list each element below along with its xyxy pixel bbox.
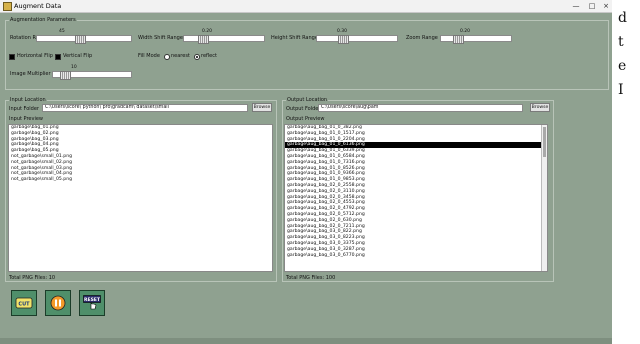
- output-preview-label: Output Preview: [286, 116, 325, 122]
- fill-mode-nearest-label: nearest: [171, 53, 190, 59]
- minimize-button[interactable]: —: [568, 1, 584, 11]
- output-location-label: Output Location: [286, 97, 329, 103]
- zoom-range-value: 0.20: [460, 29, 471, 34]
- fill-mode-reflect-radio[interactable]: [194, 54, 200, 60]
- input-browse-button[interactable]: Browse: [252, 103, 272, 112]
- image-multiplier-value: 10: [71, 65, 77, 70]
- fill-mode-reflect-label: reflect: [201, 53, 217, 59]
- image-multiplier-label: Image Multiplier: [10, 71, 51, 77]
- augmentation-parameters-group: [5, 20, 609, 90]
- list-item[interactable]: not_garbage\small_05.png: [9, 177, 272, 183]
- output-scrollbar-thumb[interactable]: [543, 127, 546, 157]
- side-letter-3: e: [618, 58, 627, 74]
- reset-button[interactable]: RESET: [79, 290, 105, 316]
- pause-icon: [50, 295, 66, 311]
- height-shift-range-value: 0.30: [337, 29, 348, 34]
- height-shift-range-slider[interactable]: [316, 35, 398, 44]
- width-shift-range-thumb[interactable]: [198, 35, 209, 44]
- cut-icon: CUT: [15, 297, 33, 309]
- rotation-range-value: 45: [59, 29, 65, 34]
- rotation-range-slider[interactable]: [36, 35, 132, 44]
- width-shift-range-label: Width Shift Range: [138, 35, 183, 41]
- height-shift-range-thumb[interactable]: [338, 35, 349, 44]
- list-item[interactable]: garbage\aug_bag_03_0_6770.png: [285, 253, 547, 259]
- fill-mode-label: Fill Mode: [138, 53, 160, 59]
- status-bar: [0, 338, 612, 344]
- app-icon: [3, 2, 12, 11]
- side-letter-1: d: [618, 10, 627, 26]
- adjacent-page-strip: d t e I: [612, 0, 640, 344]
- window-title: Augment Data: [14, 2, 62, 10]
- horizontal-flip-checkbox[interactable]: [9, 54, 15, 60]
- side-letter-2: t: [618, 34, 624, 50]
- width-shift-range-value: 0.20: [202, 29, 213, 34]
- output-total-value: 100: [325, 275, 336, 281]
- title-bar: Augment Data — □ ×: [0, 0, 612, 13]
- cut-button[interactable]: CUT: [11, 290, 37, 316]
- image-multiplier-slider[interactable]: [52, 71, 132, 80]
- output-preview-scrollbar[interactable]: [541, 125, 547, 271]
- augment-data-window: Augment Data — □ × Augmentation Paramete…: [0, 0, 612, 344]
- input-location-label: Input Location: [9, 97, 47, 103]
- output-folder-label: Output Folder: [286, 106, 321, 112]
- input-preview-list[interactable]: garbage\bag_01.png garbage\bag_02.png garb…: [8, 124, 273, 272]
- zoom-range-thumb[interactable]: [453, 35, 464, 44]
- input-folder-label: Input Folder: [9, 106, 39, 112]
- input-total-files: Total PNG Files: 10: [9, 275, 55, 281]
- pause-button[interactable]: [45, 290, 71, 316]
- output-browse-button[interactable]: Browse: [530, 103, 550, 112]
- zoom-range-label: Zoom Range: [406, 35, 438, 41]
- input-preview-label: Input Preview: [9, 116, 43, 122]
- vertical-flip-label: Vertical Flip: [63, 53, 93, 59]
- output-total-label: Total PNG Files:: [286, 275, 325, 281]
- input-folder-field[interactable]: C:\Users\score\ python\ pro\gradcam\ dat…: [42, 104, 248, 112]
- augmentation-parameters-label: Augmentation Parameters: [9, 17, 77, 23]
- height-shift-range-label: Height Shift Range: [271, 35, 318, 41]
- image-multiplier-thumb[interactable]: [60, 71, 71, 80]
- output-preview-list[interactable]: garbage\aug_bag_01_0_382.png garbage\aug_…: [284, 124, 548, 272]
- input-total-value: 10: [48, 275, 56, 281]
- output-total-files: Total PNG Files: 100: [286, 275, 335, 281]
- reset-icon: RESET: [83, 295, 101, 310]
- input-total-label: Total PNG Files:: [9, 275, 48, 281]
- output-folder-field[interactable]: C:\Users\score\aug\pam: [318, 104, 523, 112]
- cut-icon-text: CUT: [18, 302, 30, 308]
- reset-icon-text: RESET: [84, 297, 101, 303]
- rotation-range-thumb[interactable]: [75, 35, 86, 44]
- zoom-range-slider[interactable]: [440, 35, 512, 44]
- side-letter-4: I: [618, 82, 624, 98]
- fill-mode-nearest-radio[interactable]: [164, 54, 170, 60]
- vertical-flip-checkbox[interactable]: [55, 54, 61, 60]
- width-shift-range-slider[interactable]: [183, 35, 265, 44]
- horizontal-flip-label: Horizontal Flip: [17, 53, 53, 59]
